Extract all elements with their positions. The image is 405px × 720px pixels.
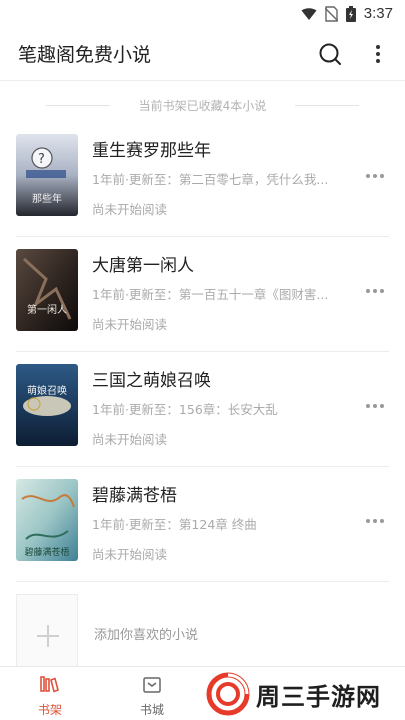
search-icon — [319, 43, 341, 65]
nav-bookshelf[interactable]: 书架 — [20, 675, 80, 718]
no-sim-icon — [324, 5, 338, 22]
svg-text:?: ? — [38, 152, 45, 167]
info-divider-right — [295, 105, 359, 106]
battery-charging-icon — [345, 5, 356, 22]
book-more-button[interactable] — [360, 281, 390, 301]
book-item[interactable]: ? 那些年 重生赛罗那些年 1年前·更新至：第二百零七章，凭什么我... 尚未开… — [0, 122, 405, 237]
book-read-status: 尚未开始阅读 — [92, 317, 168, 332]
nav-label: 书城 — [139, 703, 164, 717]
svg-text:那些年: 那些年 — [32, 192, 62, 205]
status-bar: 3:37 — [0, 0, 405, 28]
book-more-button[interactable] — [360, 396, 390, 416]
book-read-status: 尚未开始阅读 — [92, 202, 168, 217]
book-more-button[interactable] — [360, 166, 390, 186]
book-update: 1年前·更新至：第二百零七章，凭什么我... — [92, 172, 329, 187]
svg-text:萌娘召唤: 萌娘召唤 — [27, 384, 67, 397]
more-options-button[interactable] — [366, 40, 390, 68]
book-update: 1年前·更新至：156章：长安大乱 — [92, 402, 278, 417]
svg-text:第一闲人: 第一闲人 — [27, 303, 67, 316]
watermark: 周三手游网 — [206, 672, 381, 716]
book-update: 1年前·更新至：第124章 终曲 — [92, 517, 257, 532]
book-title: 三国之萌娘召唤 — [92, 371, 211, 391]
add-novel-label: 添加你喜欢的小说 — [94, 628, 199, 643]
book-read-status: 尚未开始阅读 — [92, 547, 168, 562]
watermark-logo-icon — [206, 672, 250, 716]
search-button[interactable] — [316, 40, 344, 68]
wifi-icon — [301, 7, 317, 20]
status-time: 3:37 — [363, 5, 393, 22]
svg-text:碧藤满苍梧: 碧藤满苍梧 — [24, 546, 69, 558]
book-cover: 碧藤满苍梧 — [16, 479, 78, 561]
book-title: 碧藤满苍梧 — [92, 486, 177, 506]
bookshelf-icon — [40, 676, 59, 693]
book-title: 大唐第一闲人 — [92, 256, 194, 276]
book-item[interactable]: 萌娘召唤 三国之萌娘召唤 1年前·更新至：156章：长安大乱 尚未开始阅读 — [0, 352, 405, 467]
book-list: ? 那些年 重生赛罗那些年 1年前·更新至：第二百零七章，凭什么我... 尚未开… — [0, 122, 405, 582]
book-item[interactable]: 碧藤满苍梧 碧藤满苍梧 1年前·更新至：第124章 终曲 尚未开始阅读 — [0, 467, 405, 582]
bookstore-icon — [143, 677, 161, 693]
book-title: 重生赛罗那些年 — [92, 141, 211, 161]
book-item[interactable]: 第一闲人 大唐第一闲人 1年前·更新至：第一百五十一章《图财害... 尚未开始阅… — [0, 237, 405, 352]
nav-bookstore[interactable]: 书城 — [122, 675, 182, 718]
add-novel-row[interactable]: 添加你喜欢的小说 — [0, 582, 405, 676]
more-vertical-icon — [376, 45, 380, 63]
book-read-status: 尚未开始阅读 — [92, 432, 168, 447]
book-update: 1年前·更新至：第一百五十一章《图财害... — [92, 287, 329, 302]
nav-label: 书架 — [37, 703, 62, 717]
status-icons: 3:37 — [301, 5, 393, 22]
book-more-button[interactable] — [360, 511, 390, 531]
shelf-info: 当前书架已收藏4本小说 — [0, 80, 405, 122]
add-novel-button[interactable] — [16, 594, 78, 676]
app-bar: 笔趣阁免费小说 — [0, 28, 405, 80]
book-cover: 第一闲人 — [16, 249, 78, 331]
page-title: 笔趣阁免费小说 — [18, 44, 152, 66]
book-cover: ? 那些年 — [16, 134, 78, 216]
watermark-text: 周三手游网 — [256, 682, 381, 711]
book-cover: 萌娘召唤 — [16, 364, 78, 446]
